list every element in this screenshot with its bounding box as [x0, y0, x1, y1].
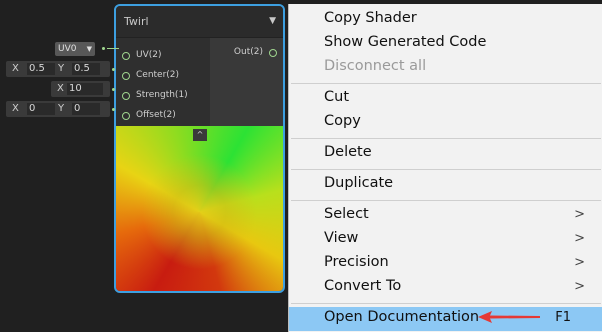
port-connector-icon[interactable]	[122, 52, 130, 60]
menu-item-label: View	[324, 230, 359, 246]
wire-dot	[112, 108, 115, 111]
wire-dot	[112, 88, 115, 91]
menu-item-label: Open Documentation	[324, 309, 480, 325]
uv-channel-dropdown[interactable]: UV0 ▼	[55, 42, 95, 56]
port-center[interactable]: Center(2)	[116, 66, 210, 86]
menu-item-convert-to[interactable]: Convert To >	[289, 276, 602, 300]
menu-separator	[291, 200, 601, 201]
offset-y-label: Y	[58, 103, 65, 114]
menu-item-label: Convert To	[324, 278, 402, 294]
wire-dot	[102, 47, 105, 50]
menu-item-label: Delete	[324, 144, 372, 160]
offset-x-label: X	[12, 103, 19, 114]
twirl-preview: ^	[116, 126, 283, 291]
chevron-right-icon: >	[574, 207, 585, 222]
node-outputs: Out(2)	[210, 38, 283, 126]
node-body: UV(2) Center(2) Strength(1) Offset(2) Ou…	[116, 38, 283, 126]
chevron-right-icon: >	[574, 279, 585, 294]
twirl-node[interactable]: Twirl ▼ UV(2) Center(2) Strength(1) Offs…	[114, 4, 285, 293]
menu-item-select[interactable]: Select >	[289, 204, 602, 228]
port-label: Center(2)	[136, 70, 180, 80]
menu-item-disconnect-all: Disconnect all	[289, 56, 602, 80]
port-uv[interactable]: UV(2)	[116, 46, 210, 66]
menu-separator	[291, 138, 601, 139]
menu-item-label: Select	[324, 206, 369, 222]
port-connector-icon[interactable]	[269, 49, 277, 57]
menu-item-view[interactable]: View >	[289, 228, 602, 252]
menu-separator	[291, 303, 601, 304]
menu-item-label: Disconnect all	[324, 58, 427, 74]
menu-item-label: Duplicate	[324, 175, 394, 191]
port-connector-icon[interactable]	[122, 72, 130, 80]
strength-x-label: X	[57, 83, 64, 94]
menu-item-open-documentation[interactable]: Open Documentation F1	[289, 307, 602, 331]
center-y-input[interactable]: 0.5	[72, 63, 100, 75]
strength-field: X 10	[51, 81, 110, 97]
port-connector-icon[interactable]	[122, 92, 130, 100]
connection-wire	[107, 48, 119, 49]
menu-item-delete[interactable]: Delete	[289, 142, 602, 166]
center-field: X 0.5 Y 0.5	[6, 61, 110, 77]
strength-x-input[interactable]: 10	[67, 83, 103, 95]
menu-item-cut[interactable]: Cut	[289, 87, 602, 111]
annotation-arrow-icon	[478, 311, 540, 323]
menu-item-precision[interactable]: Precision >	[289, 252, 602, 276]
port-label: UV(2)	[136, 50, 162, 60]
dropdown-arrow-icon: ▼	[86, 45, 92, 53]
menu-item-label: Cut	[324, 89, 349, 105]
center-y-label: Y	[58, 63, 65, 74]
chevron-down-icon[interactable]: ▼	[269, 6, 276, 37]
menu-separator	[291, 169, 601, 170]
menu-item-duplicate[interactable]: Duplicate	[289, 173, 602, 197]
menu-item-label: Precision	[324, 254, 389, 270]
menu-item-shortcut: F1	[555, 310, 571, 325]
menu-separator	[291, 83, 601, 84]
context-menu: Copy Shader Show Generated Code Disconne…	[288, 4, 602, 332]
center-x-input[interactable]: 0.5	[27, 63, 55, 75]
center-x-label: X	[12, 63, 19, 74]
menu-item-copy[interactable]: Copy	[289, 111, 602, 135]
offset-y-input[interactable]: 0	[72, 103, 100, 115]
port-label: Strength(1)	[136, 90, 188, 100]
node-inputs: UV(2) Center(2) Strength(1) Offset(2)	[116, 38, 210, 126]
chevron-right-icon: >	[574, 231, 585, 246]
offset-x-input[interactable]: 0	[27, 103, 55, 115]
menu-item-show-generated-code[interactable]: Show Generated Code	[289, 32, 602, 56]
menu-item-label: Copy	[324, 113, 361, 129]
menu-item-label: Show Generated Code	[324, 34, 487, 50]
uv-channel-value: UV0	[58, 44, 77, 54]
port-offset[interactable]: Offset(2)	[116, 106, 210, 126]
port-connector-icon[interactable]	[122, 112, 130, 120]
offset-field: X 0 Y 0	[6, 101, 110, 117]
port-label: Offset(2)	[136, 110, 176, 120]
menu-item-copy-shader[interactable]: Copy Shader	[289, 8, 602, 32]
collapse-preview-button[interactable]: ^	[193, 129, 207, 141]
chevron-right-icon: >	[574, 255, 585, 270]
port-strength[interactable]: Strength(1)	[116, 86, 210, 106]
wire-dot	[112, 68, 115, 71]
port-out-label: Out(2)	[233, 47, 263, 57]
menu-item-label: Copy Shader	[324, 10, 417, 26]
node-header[interactable]: Twirl ▼	[116, 6, 283, 38]
node-title: Twirl	[124, 15, 149, 28]
